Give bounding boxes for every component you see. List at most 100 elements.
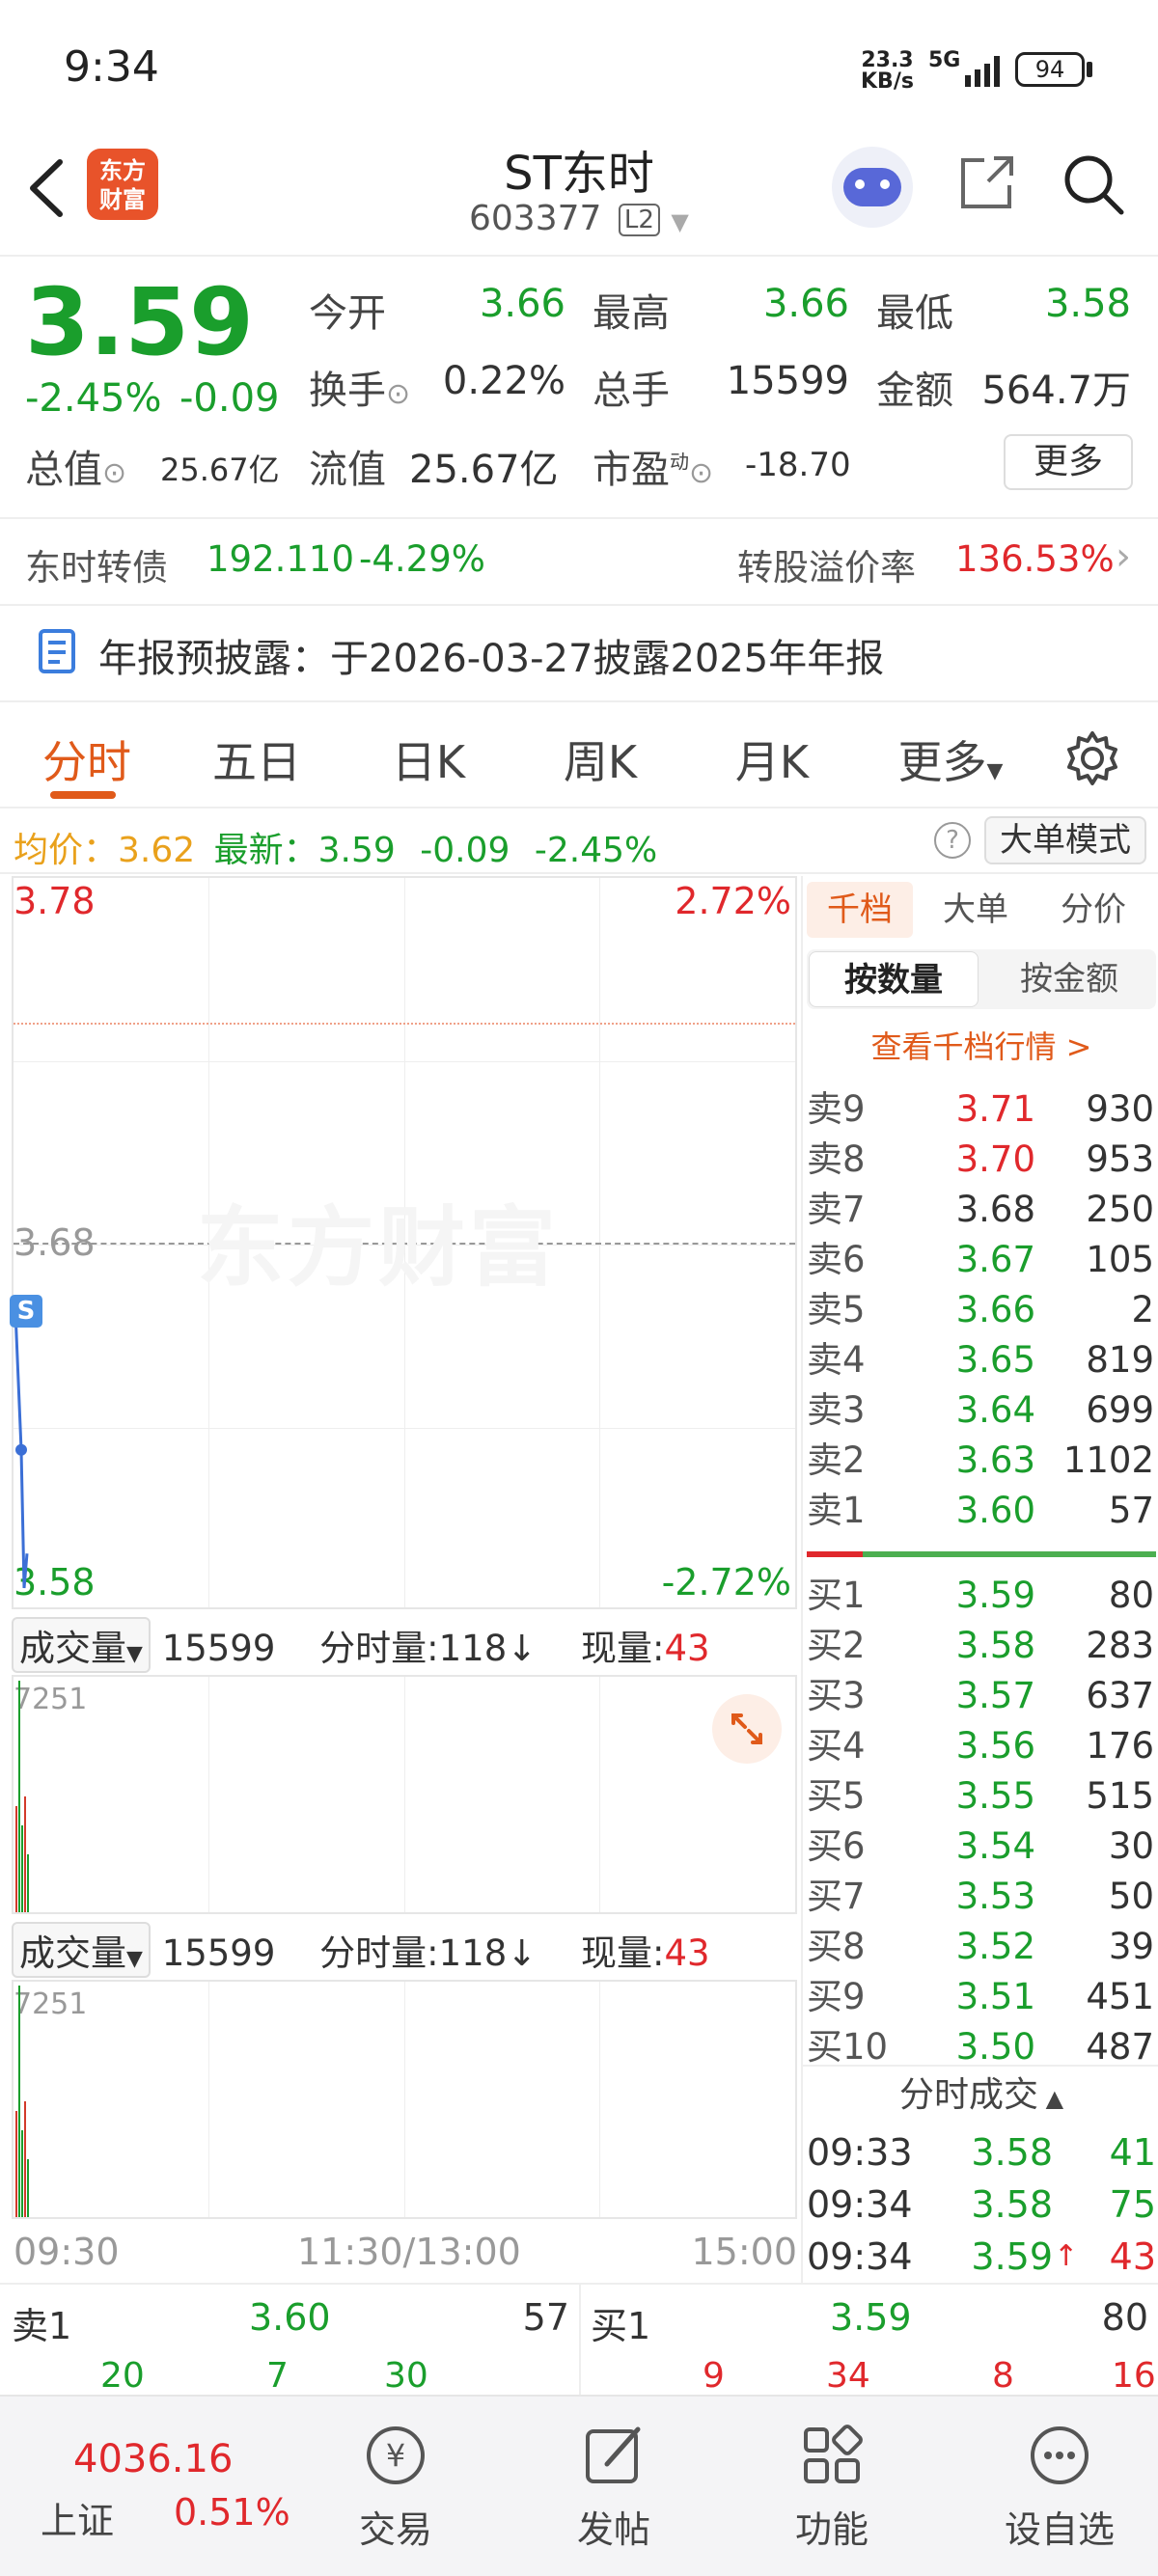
ask-row[interactable]: 卖93.71930● [807,1084,1158,1135]
high-label: 最高 [593,291,670,336]
nav-trade[interactable]: ¥ 交易 [328,2420,463,2553]
bid-row[interactable]: 买53.55515● [807,1771,1158,1822]
bid-row[interactable]: 买13.5980● [807,1571,1158,1621]
subtab-by-amount[interactable]: 按金额 [984,951,1154,1007]
volume-select[interactable]: 成交量▼ [12,1617,151,1673]
ask-row[interactable]: 卖13.6057● [807,1486,1158,1536]
bid-level-label: 买5 [807,1775,866,1817]
grid-functions-icon [804,2425,863,2483]
volume-bar [15,2111,17,2217]
ask-row[interactable]: 卖83.70953● [807,1135,1158,1185]
tab-thousand-level[interactable]: 千档 [807,882,913,938]
more-button[interactable]: 更多 [1004,434,1133,490]
ask-price: 3.60 [955,1490,1035,1531]
volume-chart-2[interactable]: 7251 [12,1980,797,2219]
volume-chart-1[interactable]: 7251 [12,1675,797,1914]
share-icon[interactable] [955,151,1019,214]
intraday-chart[interactable]: 东方财富 3.78 2.72% 3.68 3.58 -2.72% S [10,876,797,1609]
order-book-panel: 千档 大单 分价 按数量 按金额 查看千档行情 > 卖93.71930●卖83.… [801,876,1158,2285]
latest-value: 3.59 [317,831,396,870]
ask-volume: 105 [1086,1239,1154,1280]
nav-functions[interactable]: 功能 [764,2420,899,2553]
bid-volume: 50 [1108,1876,1154,1917]
nav-post[interactable]: 发帖 [546,2420,681,2553]
nav-trade-label: 交易 [358,2508,432,2551]
search-icon[interactable] [1060,151,1127,218]
bid-price: 3.52 [955,1926,1035,1967]
ask-row[interactable]: 卖73.68250● [807,1185,1158,1235]
tab-weekly-k[interactable]: 周K [533,727,668,791]
view-thousand-link[interactable]: 查看千档行情 > [803,1023,1158,1067]
open-value: 3.66 [479,282,565,326]
bond-name: 东时转债 [25,547,168,589]
tab-daily-k[interactable]: 日K [361,727,496,791]
chevron-down-icon[interactable]: ▼ [671,208,688,235]
ticks-title: 分时成交 [898,2075,1038,2115]
s-marker[interactable]: S [10,1295,42,1328]
bid-row[interactable]: 买23.58283● [807,1621,1158,1671]
tab-big-order[interactable]: 大单 [923,882,1029,938]
help-icon[interactable]: ? [934,822,971,859]
ask-row[interactable]: 卖43.65819● [807,1335,1158,1385]
tab-intraday[interactable]: 分时 [19,727,154,791]
bid-row[interactable]: 买83.5239● [807,1922,1158,1972]
price-line-svg [14,1311,29,1589]
sell-detail-1: 20 [100,2356,145,2396]
current-price: 3.59 [25,268,254,376]
volume-total: 15599 [161,1932,276,1974]
summary-line: 均价：3.62 最新：3.59 -0.09 -2.45% ? 大单模式 [0,810,1158,874]
index-ticker[interactable]: 4036.16 上证 0.51% [23,2416,313,2542]
expand-icon[interactable] [712,1694,782,1764]
bid-price: 3.56 [955,1725,1035,1767]
bid-level-label: 买2 [807,1625,866,1666]
buy1-volume: 80 [1101,2296,1148,2339]
volume-bar [24,1796,26,1912]
robot-assistant-icon[interactable] [832,147,913,228]
header-bar: 东方 财富 ST东时 603377 L2 ▼ [0,135,1158,257]
settings-gear-icon[interactable] [1063,729,1121,787]
subtab-by-quantity[interactable]: 按数量 [809,951,979,1007]
ask-volume: 819 [1086,1339,1154,1381]
bottom-quote-strip: 卖1 3.60 57 买1 3.59 80 20 7 30 9 34 8 16 [0,2283,1158,2397]
tab-price-distribution[interactable]: 分价 [1040,882,1146,938]
ask-row[interactable]: 卖23.631102● [807,1436,1158,1486]
tab-more[interactable]: 更多▼ [888,727,1013,791]
convertible-bond-row[interactable]: 东时转债 192.110 -4.29% 转股溢价率 136.53% › [0,517,1158,606]
bid-row[interactable]: 买63.5430● [807,1822,1158,1872]
tick-price: 3.58 [971,2183,1053,2226]
volume-header: 成交量▼ 15599 分时量:118↓ 现量:43 [12,1617,797,1675]
latest-change: -0.09 [420,831,510,870]
tick-volume: 41 [1109,2131,1156,2174]
x-axis-end: 15:00 [691,2231,797,2273]
ask-volume: 930 [1086,1088,1154,1130]
bid-row[interactable]: 买33.57637● [807,1671,1158,1721]
bid-price: 3.53 [955,1876,1035,1917]
mktcap-value: 25.67亿 [160,452,280,488]
change-amount: -0.09 [179,376,280,421]
big-order-mode-button[interactable]: 大单模式 [984,816,1146,864]
bid-row[interactable]: 买93.51451● [807,1972,1158,2022]
bid-row[interactable]: 买73.5350● [807,1872,1158,1922]
ask-row[interactable]: 卖33.64699● [807,1385,1158,1436]
turnover-label: 换手⊙ [309,369,411,413]
tab-five-day[interactable]: 五日 [189,727,324,791]
tick-row: 09:33 3.58 41 [807,2126,1156,2179]
ask-row[interactable]: 卖63.67105● [807,1235,1158,1285]
bond-price: 192.110 [207,538,355,580]
tab-monthly-k[interactable]: 月K [704,727,840,791]
bid-volume: 283 [1086,1625,1154,1666]
bond-change: -4.29% [359,538,485,580]
bid-row[interactable]: 买43.56176● [807,1721,1158,1771]
bid-volume: 80 [1108,1575,1154,1616]
bid-price: 3.51 [955,1976,1035,2017]
tab-underline [50,791,116,799]
bid-volume: 39 [1108,1926,1154,1967]
tick-volume: 75 [1109,2183,1156,2226]
volume-select[interactable]: 成交量▼ [12,1922,151,1978]
ask-row[interactable]: 卖53.662● [807,1285,1158,1335]
notice-bar[interactable]: 年报预披露：于2026-03-27披露2025年年报 [0,608,1158,700]
nav-add-watchlist[interactable]: 设自选 [982,2420,1137,2553]
bottom-nav: 4036.16 上证 0.51% ¥ 交易 发帖 功能 设自选 [0,2395,1158,2576]
ticks-header[interactable]: 分时成交 ▲ [803,2065,1158,2123]
price-point [15,1443,27,1456]
